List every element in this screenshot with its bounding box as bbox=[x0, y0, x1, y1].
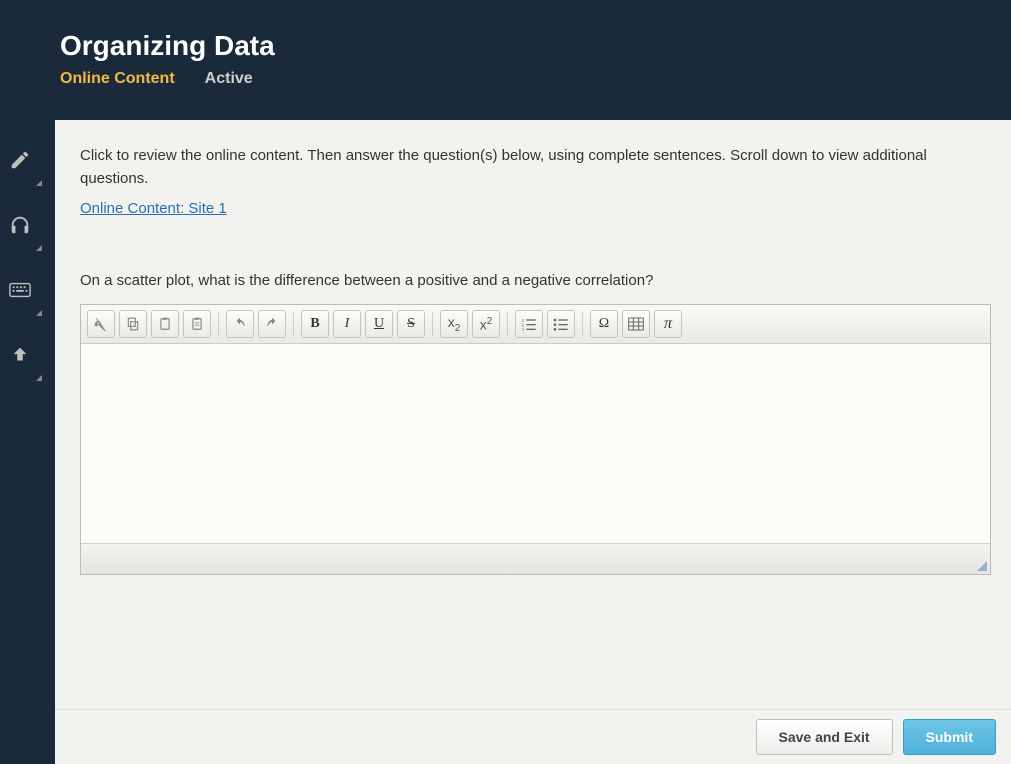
paste-plain-button[interactable] bbox=[183, 310, 211, 338]
tab-online-content[interactable]: Online Content bbox=[60, 70, 175, 88]
superscript-button[interactable]: x2 bbox=[472, 310, 500, 338]
editor-resize-handle[interactable] bbox=[81, 544, 990, 574]
copy-icon bbox=[126, 317, 140, 331]
editor-toolbar: B I U S x2 x2 123 Ω π bbox=[81, 305, 990, 344]
undo-button[interactable] bbox=[226, 310, 254, 338]
question-text: On a scatter plot, what is the differenc… bbox=[80, 272, 991, 289]
ordered-list-icon: 123 bbox=[521, 317, 537, 331]
tab-active[interactable]: Active bbox=[205, 70, 253, 88]
content-panel: Click to review the online content. Then… bbox=[55, 120, 1011, 709]
tabs: Online Content Active bbox=[60, 70, 1011, 88]
sidebar bbox=[0, 130, 40, 375]
italic-button[interactable]: I bbox=[333, 310, 361, 338]
separator bbox=[432, 312, 433, 336]
copy-button[interactable] bbox=[119, 310, 147, 338]
superscript-label: x2 bbox=[480, 316, 493, 333]
undo-icon bbox=[233, 317, 247, 331]
special-char-button[interactable]: Ω bbox=[590, 310, 618, 338]
unordered-list-button[interactable] bbox=[547, 310, 575, 338]
separator bbox=[582, 312, 583, 336]
rich-text-editor: B I U S x2 x2 123 Ω π bbox=[80, 304, 991, 575]
subscript-label: x2 bbox=[448, 314, 461, 334]
sidebar-tool-headphones[interactable] bbox=[0, 205, 40, 245]
clipboard-icon bbox=[158, 317, 172, 331]
submit-button[interactable]: Submit bbox=[903, 719, 996, 755]
cut-button[interactable] bbox=[87, 310, 115, 338]
online-content-link[interactable]: Online Content: Site 1 bbox=[80, 200, 227, 217]
headphones-icon bbox=[9, 214, 31, 236]
separator bbox=[218, 312, 219, 336]
editor-textarea[interactable] bbox=[81, 344, 990, 544]
svg-text:3: 3 bbox=[522, 327, 525, 331]
save-exit-button[interactable]: Save and Exit bbox=[756, 719, 893, 755]
table-icon bbox=[628, 317, 644, 331]
redo-icon bbox=[265, 317, 279, 331]
paste-button[interactable] bbox=[151, 310, 179, 338]
underline-button[interactable]: U bbox=[365, 310, 393, 338]
separator bbox=[293, 312, 294, 336]
sidebar-tool-keyboard[interactable] bbox=[0, 270, 40, 310]
upload-icon bbox=[9, 344, 31, 366]
sidebar-tool-pencil[interactable] bbox=[0, 140, 40, 180]
unordered-list-icon bbox=[553, 317, 569, 331]
equation-button[interactable]: π bbox=[654, 310, 682, 338]
ordered-list-button[interactable]: 123 bbox=[515, 310, 543, 338]
page-title: Organizing Data bbox=[60, 30, 1011, 62]
bold-button[interactable]: B bbox=[301, 310, 329, 338]
instructions-text: Click to review the online content. Then… bbox=[80, 145, 991, 190]
subscript-button[interactable]: x2 bbox=[440, 310, 468, 338]
strikethrough-button[interactable]: S bbox=[397, 310, 425, 338]
redo-button[interactable] bbox=[258, 310, 286, 338]
keyboard-icon bbox=[9, 282, 31, 298]
clipboard-text-icon bbox=[190, 317, 204, 331]
sidebar-tool-upload[interactable] bbox=[0, 335, 40, 375]
footer-bar: Save and Exit Submit bbox=[55, 709, 1011, 764]
separator bbox=[507, 312, 508, 336]
scissors-icon bbox=[94, 317, 108, 331]
pencil-icon bbox=[9, 149, 31, 171]
table-button[interactable] bbox=[622, 310, 650, 338]
